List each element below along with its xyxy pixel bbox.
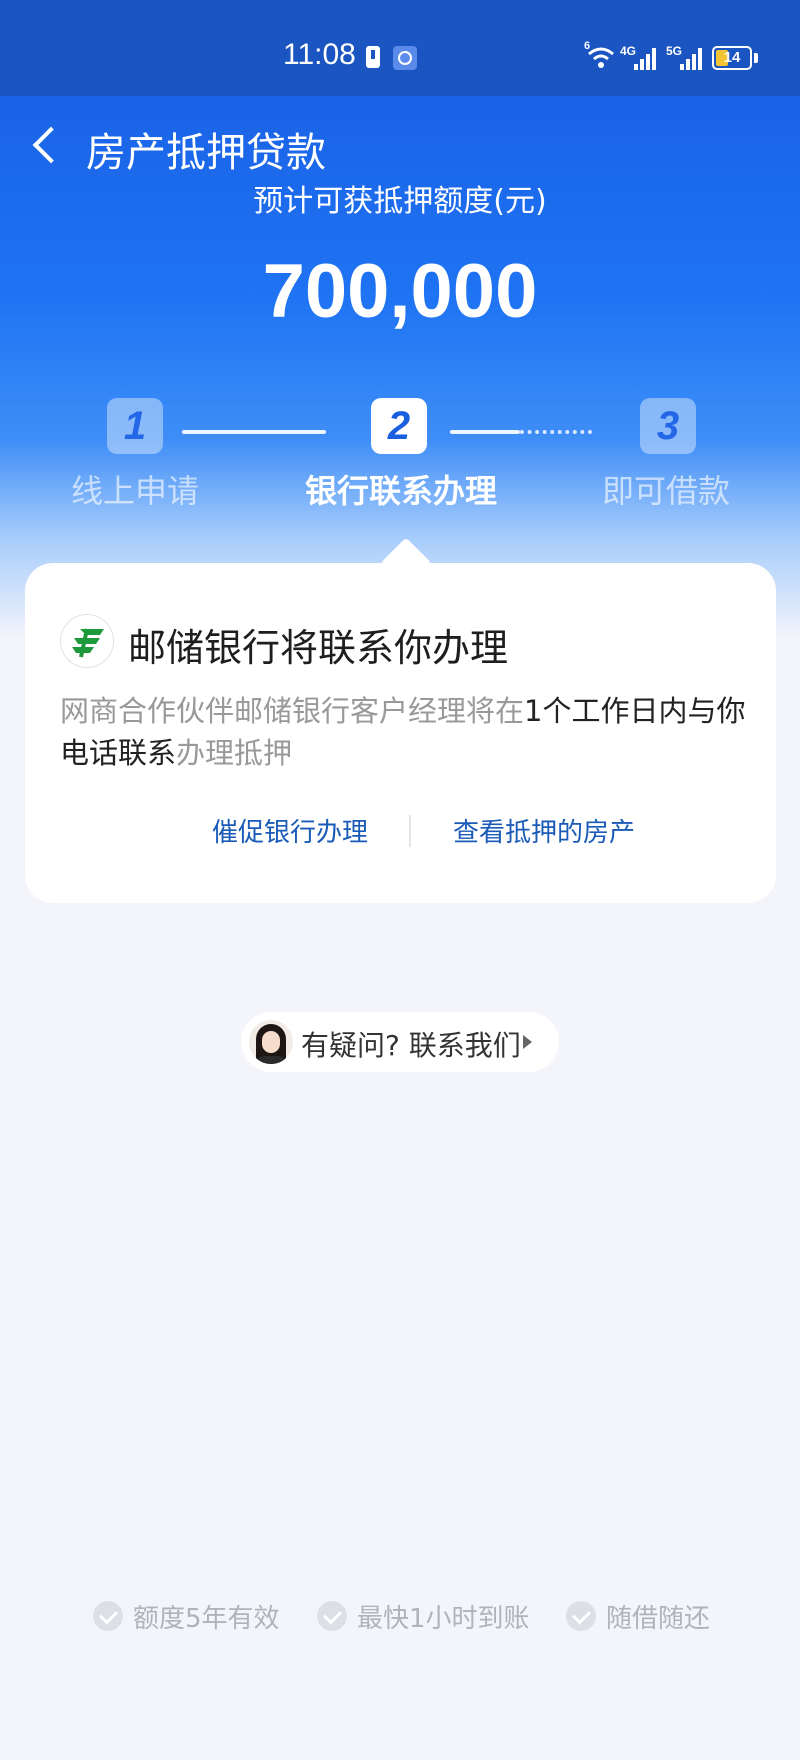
check-circle-icon (93, 1601, 123, 1631)
status-bar: 11:08 6 4G 5G 14 (0, 0, 800, 96)
feature-label: 随借随还 (606, 1604, 711, 1634)
page-title: 房产抵押贷款 (86, 130, 326, 176)
step-3-number: 3 (640, 398, 696, 454)
quota-label: 预计可获抵押额度(元) (253, 184, 547, 219)
signal-4g-icon (634, 46, 656, 70)
check-circle-icon (317, 1601, 347, 1631)
card-description-part2: 办理抵押 (176, 736, 293, 770)
contact-us-label: 有疑问? 联系我们 (301, 1029, 521, 1062)
network-indicator: 6 (584, 40, 591, 52)
avatar (249, 1020, 293, 1064)
step-connector-1 (182, 430, 326, 434)
battery-level: 14 (723, 49, 741, 66)
feature-label: 最快1小时到账 (357, 1604, 530, 1634)
status-time: 11:08 (283, 38, 356, 71)
card-button-divider (409, 815, 411, 847)
wifi-icon (588, 47, 614, 68)
card-title: 邮储银行将联系你办理 (128, 626, 509, 670)
battery-icon: 14 (712, 46, 752, 70)
card-description-part1: 网商合作伙伴邮储银行客户经理将在 (60, 694, 525, 728)
step-1-number: 1 (107, 398, 163, 454)
sync-icon (393, 46, 417, 70)
card-description: 网商合作伙伴邮储银行客户经理将在1个工作日内与你电话联系办理抵押 (60, 690, 750, 774)
quota-value: 700,000 (262, 249, 538, 334)
back-icon[interactable] (26, 124, 66, 168)
contact-us-button[interactable]: 有疑问? 联系我们 (241, 1012, 559, 1072)
battery-tip (754, 53, 758, 63)
view-property-button[interactable]: 查看抵押的房产 (453, 812, 635, 849)
step-2-label: 银行联系办理 (304, 472, 497, 510)
alert-icon (366, 46, 380, 68)
check-circle-icon (566, 1601, 596, 1631)
postal-bank-logo-icon (60, 614, 114, 668)
step-2-number: 2 (371, 398, 427, 454)
step-1-label: 线上申请 (70, 472, 199, 510)
step-connector-2-pending (520, 430, 592, 434)
urge-bank-button[interactable]: 催促银行办理 (212, 812, 368, 849)
play-arrow-icon (523, 1035, 532, 1049)
signal-5g-icon (680, 46, 702, 70)
feature-label: 额度5年有效 (133, 1604, 280, 1634)
step-3-label: 即可借款 (601, 472, 730, 510)
step-connector-2-progress (450, 430, 520, 434)
